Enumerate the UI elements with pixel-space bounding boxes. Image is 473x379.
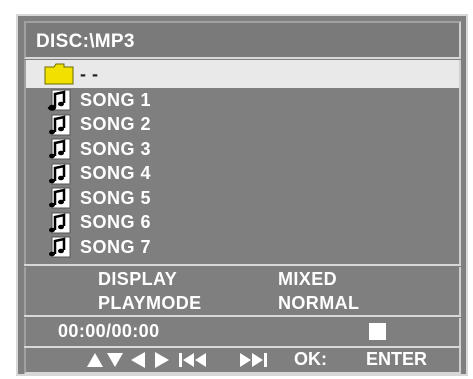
list-item-song[interactable]: SONG 6 <box>26 211 459 236</box>
down-arrow-icon <box>107 353 123 367</box>
previous-track-icon <box>179 353 206 367</box>
list-item-label: SONG 6 <box>80 212 152 233</box>
music-file-icon <box>49 138 71 160</box>
list-item-song[interactable]: SONG 5 <box>26 186 459 211</box>
setting-playmode[interactable]: PLAYMODE NORMAL <box>26 291 459 315</box>
list-item-song[interactable]: SONG 7 <box>26 235 459 260</box>
settings-panel: DISPLAY MIXED PLAYMODE NORMAL <box>24 267 461 315</box>
time-readout: 00:00/00:00 <box>58 321 160 341</box>
enter-hint-label: ENTER <box>366 349 428 369</box>
setting-display-label: DISPLAY <box>98 269 178 289</box>
music-file-icon <box>49 114 71 136</box>
title-bar: DISC:\MP3 <box>24 21 461 59</box>
divider <box>24 315 461 317</box>
list-item-folder-up[interactable]: - - <box>26 60 459 88</box>
list-item-label: SONG 5 <box>80 187 152 208</box>
music-file-icon <box>49 187 71 209</box>
list-item-label: - - <box>80 63 99 84</box>
next-track-icon <box>240 353 267 367</box>
ok-hint-label: OK: <box>294 349 327 369</box>
music-file-icon <box>49 212 71 234</box>
list-item-label: SONG 1 <box>80 89 152 110</box>
list-item-song[interactable]: SONG 2 <box>26 113 459 138</box>
music-file-icon <box>47 89 71 111</box>
divider <box>24 264 461 266</box>
setting-display-value: MIXED <box>278 269 338 289</box>
music-file-icon <box>49 236 71 258</box>
list-item-song[interactable]: SONG 4 <box>26 162 459 187</box>
folder-icon <box>44 63 74 85</box>
stop-icon <box>369 323 386 340</box>
setting-playmode-label: PLAYMODE <box>98 293 202 313</box>
time-bar: 00:00/00:00 <box>24 318 461 346</box>
setting-playmode-value: NORMAL <box>278 293 360 313</box>
player-screen: DISC:\MP3 - - SONG 1 SONG 2 SONG 3 SONG … <box>16 14 468 376</box>
list-item-song[interactable]: SONG 1 <box>26 88 459 113</box>
left-arrow-icon <box>131 352 145 368</box>
music-file-icon <box>49 163 71 185</box>
list-item-label: SONG 3 <box>80 138 152 159</box>
setting-display[interactable]: DISPLAY MIXED <box>26 267 459 291</box>
list-item-song[interactable]: SONG 3 <box>26 137 459 162</box>
list-item-label: SONG 7 <box>80 236 152 257</box>
up-arrow-icon <box>87 353 103 367</box>
list-item-label: SONG 2 <box>80 114 152 135</box>
list-item-label: SONG 4 <box>80 163 152 184</box>
navigation-hint-bar: OK: ENTER <box>24 348 461 374</box>
file-list: - - SONG 1 SONG 2 SONG 3 SONG 4 SONG 5 S… <box>24 60 461 264</box>
right-arrow-icon <box>155 352 169 368</box>
path-title: DISC:\MP3 <box>36 31 135 52</box>
